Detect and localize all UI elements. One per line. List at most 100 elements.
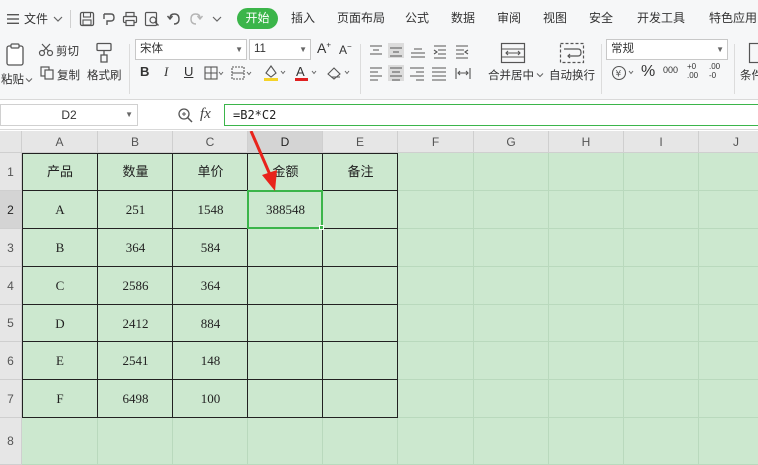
cell-d3[interactable]: [248, 229, 323, 267]
cell-a5[interactable]: D: [22, 305, 98, 342]
cell-b3[interactable]: 364: [98, 229, 173, 267]
row-header-3[interactable]: 3: [0, 229, 22, 267]
conditional-format-icon[interactable]: [748, 42, 758, 64]
customize-quick-access-icon[interactable]: [212, 14, 222, 24]
copy-button[interactable]: 复制: [57, 67, 80, 83]
cell-a6[interactable]: E: [22, 342, 98, 380]
chevron-down-icon[interactable]: [53, 14, 63, 24]
cell-e4[interactable]: [323, 267, 398, 305]
insert-function-button[interactable]: fx: [200, 106, 211, 123]
row-header-4[interactable]: 4: [0, 267, 22, 305]
cell-b2[interactable]: 251: [98, 191, 173, 229]
tab-special-apps[interactable]: 特色应用: [709, 9, 757, 26]
currency-icon[interactable]: ¥: [611, 65, 637, 81]
horizontal-align-icons[interactable]: [368, 65, 478, 81]
column-header-h[interactable]: H: [549, 131, 624, 153]
print-icon[interactable]: [122, 11, 138, 27]
print-preview-icon[interactable]: [144, 11, 160, 27]
tab-home[interactable]: 开始: [237, 8, 278, 29]
cell-a7[interactable]: F: [22, 380, 98, 418]
underline-button[interactable]: U: [184, 64, 193, 79]
merge-center-icon[interactable]: [500, 42, 526, 64]
cell-a4[interactable]: C: [22, 267, 98, 305]
increase-font-size-button[interactable]: A+: [317, 40, 331, 56]
undo-icon[interactable]: [166, 11, 182, 27]
vertical-align-icons[interactable]: [368, 43, 478, 59]
cell-d5[interactable]: [248, 305, 323, 342]
column-header-c[interactable]: C: [173, 131, 248, 153]
row-header-1[interactable]: 1: [0, 153, 22, 191]
scissors-icon[interactable]: [38, 43, 54, 57]
font-color-icon[interactable]: A: [293, 64, 319, 81]
cell-b7[interactable]: 6498: [98, 380, 173, 418]
clear-format-icon[interactable]: [326, 65, 354, 80]
cell-d7[interactable]: [248, 380, 323, 418]
wrap-text-button[interactable]: 自动换行: [549, 67, 595, 83]
increase-decimal-button[interactable]: +0 .00: [687, 62, 703, 80]
cell-d4[interactable]: [248, 267, 323, 305]
decrease-decimal-button[interactable]: .00 -0: [709, 62, 725, 80]
conditional-format-button[interactable]: 条件: [740, 67, 758, 83]
cell-c7[interactable]: 100: [173, 380, 248, 418]
cell-a1[interactable]: 产品: [22, 153, 98, 191]
font-size-select[interactable]: 11 ▼: [249, 39, 311, 60]
cell-e2[interactable]: [323, 191, 398, 229]
number-format-select[interactable]: 常规 ▼: [606, 39, 728, 60]
percent-button[interactable]: %: [641, 63, 655, 81]
paste-button[interactable]: 粘贴: [1, 71, 24, 87]
row-header-7[interactable]: 7: [0, 380, 22, 418]
merge-center-button[interactable]: 合并居中: [488, 67, 534, 83]
cell-e7[interactable]: [323, 380, 398, 418]
cell-e1[interactable]: 备注: [323, 153, 398, 191]
tab-review[interactable]: 审阅: [497, 9, 521, 26]
cell-b5[interactable]: 2412: [98, 305, 173, 342]
hamburger-menu-icon[interactable]: [6, 12, 20, 26]
row-header-6[interactable]: 6: [0, 342, 22, 380]
cell-c5[interactable]: 884: [173, 305, 248, 342]
column-header-b[interactable]: B: [98, 131, 173, 153]
column-header-f[interactable]: F: [398, 131, 474, 153]
cell-e6[interactable]: [323, 342, 398, 380]
formula-input[interactable]: =B2*C2: [224, 104, 758, 126]
cell-a3[interactable]: B: [22, 229, 98, 267]
cell-b4[interactable]: 2586: [98, 267, 173, 305]
cell-b6[interactable]: 2541: [98, 342, 173, 380]
tab-view[interactable]: 视图: [543, 9, 567, 26]
cell-d6[interactable]: [248, 342, 323, 380]
column-header-a[interactable]: A: [22, 131, 98, 153]
cell-c4[interactable]: 364: [173, 267, 248, 305]
paste-icon[interactable]: [5, 43, 27, 67]
column-header-e[interactable]: E: [323, 131, 398, 153]
spreadsheet-grid[interactable]: ABCDEFGHIJ 12345678 产品 数量 单价 金额 备注 A 251 1548 38…: [0, 131, 758, 465]
cell-e5[interactable]: [323, 305, 398, 342]
chevron-down-icon[interactable]: [536, 71, 544, 79]
row-header-8[interactable]: 8: [0, 418, 22, 465]
row-header-5[interactable]: 5: [0, 305, 22, 342]
format-painter-button[interactable]: 格式刷: [87, 67, 122, 83]
thousands-separator-button[interactable]: 000: [663, 65, 678, 75]
fill-handle[interactable]: [319, 225, 324, 230]
cell-a2[interactable]: A: [22, 191, 98, 229]
tab-data[interactable]: 数据: [451, 9, 475, 26]
save-icon[interactable]: [79, 11, 95, 27]
fill-color-icon[interactable]: [262, 64, 288, 81]
zoom-search-icon[interactable]: [177, 107, 194, 124]
cell-style-icon[interactable]: [231, 66, 253, 80]
decrease-font-size-button[interactable]: A−: [339, 42, 352, 57]
borders-icon[interactable]: [204, 66, 224, 80]
column-header-j[interactable]: J: [699, 131, 758, 153]
tab-insert[interactable]: 插入: [291, 9, 315, 26]
format-painter-icon[interactable]: [94, 42, 114, 64]
tab-page-layout[interactable]: 页面布局: [337, 9, 385, 26]
export-pdf-icon[interactable]: [101, 11, 117, 27]
cell-c2[interactable]: 1548: [173, 191, 248, 229]
file-menu[interactable]: 文件: [24, 10, 48, 27]
name-box[interactable]: D2 ▼: [0, 104, 138, 126]
cell-b1[interactable]: 数量: [98, 153, 173, 191]
row-header-2[interactable]: 2: [0, 191, 22, 229]
chevron-down-icon[interactable]: [25, 76, 33, 84]
column-header-g[interactable]: G: [474, 131, 549, 153]
wrap-text-icon[interactable]: [559, 42, 585, 64]
cell-c1[interactable]: 单价: [173, 153, 248, 191]
redo-icon[interactable]: [188, 11, 204, 27]
